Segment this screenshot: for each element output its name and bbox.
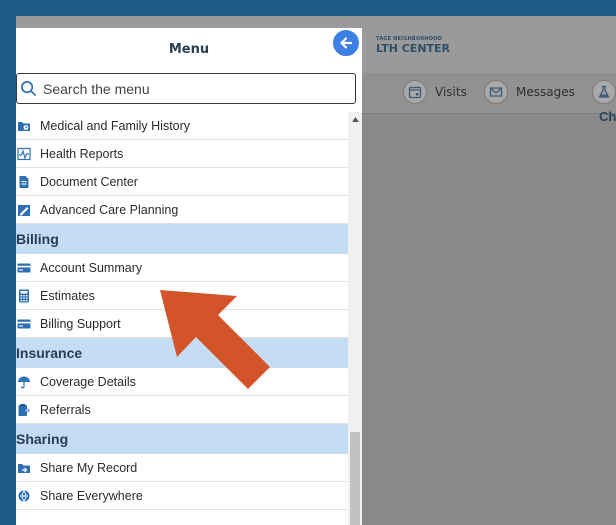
- pulse-chart-icon: [17, 147, 31, 161]
- menu-item-label: Account Summary: [40, 260, 143, 275]
- calendar-icon: [403, 80, 427, 104]
- document-icon: [17, 175, 31, 189]
- envelope-icon: [484, 80, 508, 104]
- care-plan-icon: [17, 203, 31, 217]
- back-button[interactable]: [331, 28, 361, 58]
- clipboard-arrow-icon: [17, 403, 31, 417]
- menu-item-account-summary[interactable]: Account Summary: [16, 254, 348, 282]
- main-page-heading: Ch: [599, 109, 616, 124]
- umbrella-icon: [17, 375, 31, 389]
- section-label: Insurance: [16, 345, 83, 361]
- calculator-icon: [17, 289, 31, 303]
- menu-item-label: Coverage Details: [40, 374, 136, 389]
- flask-icon: [592, 80, 616, 104]
- menu-panel: Menu Medical and Family History Health R…: [16, 28, 362, 525]
- menu-title: Menu: [168, 42, 210, 57]
- menu-item-partial[interactable]: [16, 510, 348, 525]
- menu-search-input[interactable]: [43, 80, 333, 97]
- menu-item-label: Share My Record: [40, 460, 138, 475]
- credit-card-icon: [17, 317, 31, 331]
- section-label: Billing: [16, 231, 59, 247]
- menu-item-share-my-record[interactable]: Share My Record: [16, 454, 348, 482]
- nav-test-results[interactable]: [592, 79, 616, 105]
- menu-item-label: Billing Support: [40, 316, 121, 331]
- share-record-icon: [17, 461, 31, 475]
- search-icon: [21, 81, 37, 97]
- section-header-sharing: Sharing: [16, 424, 348, 454]
- arrow-left-icon: [340, 37, 353, 49]
- menu-item-medical-family-history[interactable]: Medical and Family History: [16, 112, 348, 140]
- menu-item-label: Share Everywhere: [40, 488, 143, 503]
- menu-item-label: Medical and Family History: [40, 118, 191, 133]
- menu-item-label: Document Center: [40, 174, 138, 189]
- nav-messages-label: Messages: [516, 85, 575, 99]
- menu-item-label: Advanced Care Planning: [40, 202, 179, 217]
- nav-visits[interactable]: Visits: [403, 79, 467, 105]
- menu-item-share-everywhere[interactable]: Share Everywhere: [16, 482, 348, 510]
- menu-item-health-reports[interactable]: Health Reports: [16, 140, 348, 168]
- logo-bottom-text: LTH CENTER: [376, 42, 451, 55]
- menu-item-label: Estimates: [40, 288, 95, 303]
- pointer-arrow-icon: [160, 290, 270, 389]
- folder-history-icon: [17, 119, 31, 133]
- scroll-up-arrow-icon[interactable]: [348, 112, 362, 126]
- section-header-billing: Billing: [16, 224, 348, 254]
- credit-card-icon: [17, 261, 31, 275]
- scrollbar-thumb[interactable]: [350, 432, 360, 525]
- section-label: Sharing: [16, 431, 69, 447]
- menu-item-document-center[interactable]: Document Center: [16, 168, 348, 196]
- clinic-logo[interactable]: TAGE NEIGHBORHOOD LTH CENTER: [356, 36, 476, 62]
- menu-item-advanced-care-planning[interactable]: Advanced Care Planning: [16, 196, 348, 224]
- menu-scrollbar[interactable]: [348, 112, 362, 525]
- menu-item-label: Referrals: [40, 402, 91, 417]
- menu-item-referrals[interactable]: Referrals: [16, 396, 348, 424]
- nav-messages[interactable]: Messages: [484, 79, 575, 105]
- nav-visits-label: Visits: [435, 85, 467, 99]
- menu-search-box[interactable]: [16, 73, 356, 104]
- menu-item-label: Health Reports: [40, 146, 124, 161]
- share-everywhere-icon: [17, 489, 31, 503]
